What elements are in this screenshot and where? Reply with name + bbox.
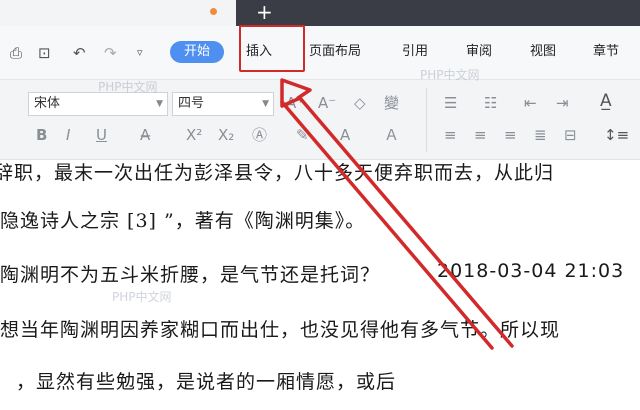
distribute-icon[interactable]: ⊟ (564, 126, 577, 144)
tab-strip-empty (236, 0, 640, 26)
new-tab-button[interactable]: + (256, 1, 273, 23)
underline-icon[interactable]: U (96, 126, 107, 144)
strikethrough-icon[interactable]: A̶ (140, 126, 150, 144)
align-center-icon[interactable]: ≡ (474, 126, 487, 144)
chevron-down-icon: ▼ (262, 99, 269, 109)
shrink-font-icon[interactable]: A⁻ (318, 94, 336, 112)
tab-page-layout[interactable]: 页面布局 (309, 43, 361, 61)
print-icon[interactable]: ⎙ (10, 44, 22, 62)
highlight-box (239, 25, 305, 72)
paragraph-line-4: 想当年陶渊明因养家糊口而出仕，也没见得他有多气节。所以现 (0, 319, 561, 341)
highlight-icon[interactable]: ✎ (296, 126, 309, 144)
text-effect-icon[interactable]: Ⓐ (252, 126, 267, 144)
text-direction-icon[interactable]: A̲ (600, 92, 612, 110)
paragraph-line-1: 辞职，最末一次出任为彭泽县令，八十多天便弃职而去，从此归 (0, 162, 555, 184)
watermark: PHP中文网 (112, 290, 172, 304)
italic-icon[interactable]: I (66, 126, 70, 144)
phonetic-icon[interactable]: 變 (384, 94, 399, 112)
justify-icon[interactable]: ≣ (534, 126, 547, 144)
font-size-value: 四号 (178, 96, 205, 111)
align-right-icon[interactable]: ≡ (504, 126, 517, 144)
tab-strip: + (0, 0, 640, 26)
chevron-down-icon: ▼ (156, 99, 163, 109)
font-size-select[interactable]: 四号 ▼ (172, 92, 274, 116)
decrease-indent-icon[interactable]: ⇤ (524, 94, 537, 112)
watermark: PHP中文网 (420, 68, 480, 82)
align-left-icon[interactable]: ≡ (444, 126, 457, 144)
paragraph-line-3: 陶渊明不为五斗米折腰，是气节还是托词？ (0, 264, 381, 286)
font-name-select[interactable]: 宋体 ▼ (28, 92, 168, 116)
tab-references[interactable]: 引用 (402, 43, 428, 61)
increase-indent-icon[interactable]: ⇥ (556, 94, 569, 112)
ribbon-toolbar: 宋体 ▼ 四号 ▼ A⁺ A⁻ ◇ 變 B I U A̶ X² X₂ Ⓐ ✎ A… (0, 80, 640, 160)
document-page[interactable]: 辞职，最末一次出任为彭泽县令，八十多天便弃职而去，从此归 隐逸诗人之宗 [3] … (0, 160, 640, 410)
clear-format-icon[interactable]: ◇ (354, 94, 366, 112)
tab-start[interactable]: 开始 (170, 41, 224, 63)
tab-review[interactable]: 审阅 (466, 43, 492, 61)
unsaved-dot-icon (210, 8, 217, 15)
watermark: PHP中文网 (98, 80, 158, 94)
post-timestamp: 2018-03-04 21:03 (437, 260, 625, 282)
bold-icon[interactable]: B (36, 126, 47, 144)
customize-toolbar-icon[interactable]: ▿ (137, 44, 143, 62)
grow-font-icon[interactable]: A⁺ (286, 94, 304, 112)
subscript-icon[interactable]: X₂ (218, 126, 234, 144)
font-name-value: 宋体 (34, 96, 61, 111)
divider (426, 88, 427, 152)
undo-icon[interactable]: ↶ (73, 44, 86, 62)
char-border-icon[interactable]: Ａ (384, 126, 399, 144)
tab-chapter[interactable]: 章节 (593, 43, 619, 61)
print-preview-icon[interactable]: ⊡ (38, 44, 51, 62)
menu-bar: ⎙ ⊡ ↶ ↷ ▿ 开始 插入 页面布局 引用 审阅 视图 章节 (0, 26, 640, 80)
superscript-icon[interactable]: X² (186, 126, 202, 144)
paragraph-line-5: ，显然有些勉强，是说者的一厢情愿，或后 (16, 371, 397, 393)
paragraph-line-2: 隐逸诗人之宗 [3] ”，著有《陶渊明集》。 (0, 210, 366, 232)
bullet-list-icon[interactable]: ☰ (444, 94, 457, 112)
font-color-icon[interactable]: A (340, 126, 350, 144)
numbered-list-icon[interactable]: ☷ (484, 94, 497, 112)
line-spacing-icon[interactable]: ↕≡ (604, 126, 629, 144)
redo-icon[interactable]: ↷ (104, 44, 117, 62)
tab-view[interactable]: 视图 (530, 43, 556, 61)
document-tab[interactable] (0, 0, 236, 26)
